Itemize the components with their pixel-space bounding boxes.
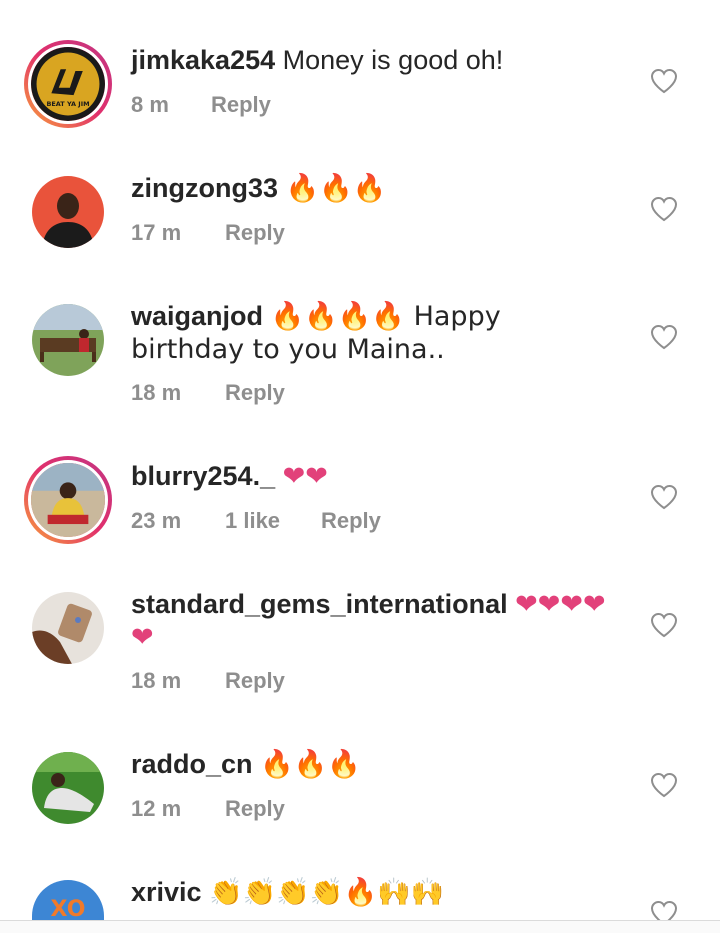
comment-time: 17 m [131, 220, 182, 245]
comment-meta: 23 m 1 like Reply [131, 508, 381, 534]
reply-button[interactable]: Reply [225, 380, 285, 406]
heart-outline-icon [650, 900, 678, 920]
heart-outline-icon [650, 484, 678, 510]
avatar[interactable]: BEAT YA JIM [24, 40, 112, 128]
like-button[interactable] [650, 324, 678, 350]
reply-button[interactable]: Reply [211, 92, 271, 118]
like-button[interactable] [650, 196, 678, 222]
comment-username[interactable]: blurry254._ [131, 461, 275, 491]
avatar[interactable] [32, 176, 104, 248]
heart-outline-icon [650, 196, 678, 222]
comment-time: 23 m [131, 508, 182, 533]
like-count[interactable]: 1 like [225, 508, 321, 534]
like-button[interactable] [650, 772, 678, 798]
comment-username[interactable]: waiganjod [131, 301, 263, 331]
reply-button[interactable]: Reply [225, 668, 285, 694]
comment-text: zingzong33 🔥🔥🔥 [131, 172, 611, 205]
heart-outline-icon [650, 68, 678, 94]
comment-time: 8 m [131, 92, 169, 117]
heart-outline-icon [650, 612, 678, 638]
like-button[interactable] [650, 68, 678, 94]
reply-button[interactable]: Reply [225, 220, 285, 246]
comment-username[interactable]: xrivic [131, 877, 202, 907]
comment-text: jimkaka254 Money is good oh! [131, 44, 611, 76]
comment-meta: 12 m Reply [131, 796, 285, 822]
comment-body: 🔥🔥🔥 [260, 749, 361, 780]
comment-text: blurry254._ ❤❤ [131, 460, 611, 493]
comment-body: 🔥🔥🔥 [285, 173, 387, 204]
comment-time: 12 m [131, 796, 182, 821]
comment-text: waiganjod 🔥🔥🔥🔥 Happy birthday to you Mai… [131, 300, 611, 366]
comment-text: xrivic 👏👏👏👏🔥🙌🙌 [131, 876, 611, 909]
comment-text: raddo_cn 🔥🔥🔥 [131, 748, 611, 781]
reply-button[interactable]: Reply [321, 508, 381, 534]
comment-username[interactable]: zingzong33 [131, 173, 278, 203]
like-button[interactable] [650, 900, 678, 920]
svg-text:XO: XO [51, 897, 86, 920]
avatar[interactable]: XO [32, 880, 104, 920]
comment-time: 18 m [131, 380, 182, 405]
like-button[interactable] [650, 612, 678, 638]
comment-username[interactable]: jimkaka254 [131, 45, 275, 75]
comment-meta: 8 m Reply [131, 92, 271, 118]
comment-meta: 17 m Reply [131, 220, 285, 246]
comment-body: ❤❤ [282, 461, 328, 492]
avatar[interactable] [24, 456, 112, 544]
heart-outline-icon [650, 772, 678, 798]
reply-button[interactable]: Reply [225, 796, 285, 822]
comment-body: Money is good oh! [282, 45, 504, 75]
avatar-logo-text: BEAT YA JIM [46, 100, 89, 108]
heart-outline-icon [650, 324, 678, 350]
avatar[interactable] [32, 752, 104, 824]
avatar[interactable] [32, 592, 104, 664]
like-button[interactable] [650, 484, 678, 510]
comment-time: 18 m [131, 668, 182, 693]
bottom-divider [0, 920, 720, 933]
avatar[interactable] [32, 304, 104, 376]
comment-username[interactable]: standard_gems_international [131, 589, 508, 619]
comment-body: 👏👏👏👏🔥🙌🙌 [209, 877, 445, 908]
comment-username[interactable]: raddo_cn [131, 749, 253, 779]
comment-meta: 18 m Reply [131, 668, 285, 694]
comment-meta: 18 m Reply [131, 380, 285, 406]
comment-text: standard_gems_international ❤❤❤❤❤ [131, 588, 611, 654]
